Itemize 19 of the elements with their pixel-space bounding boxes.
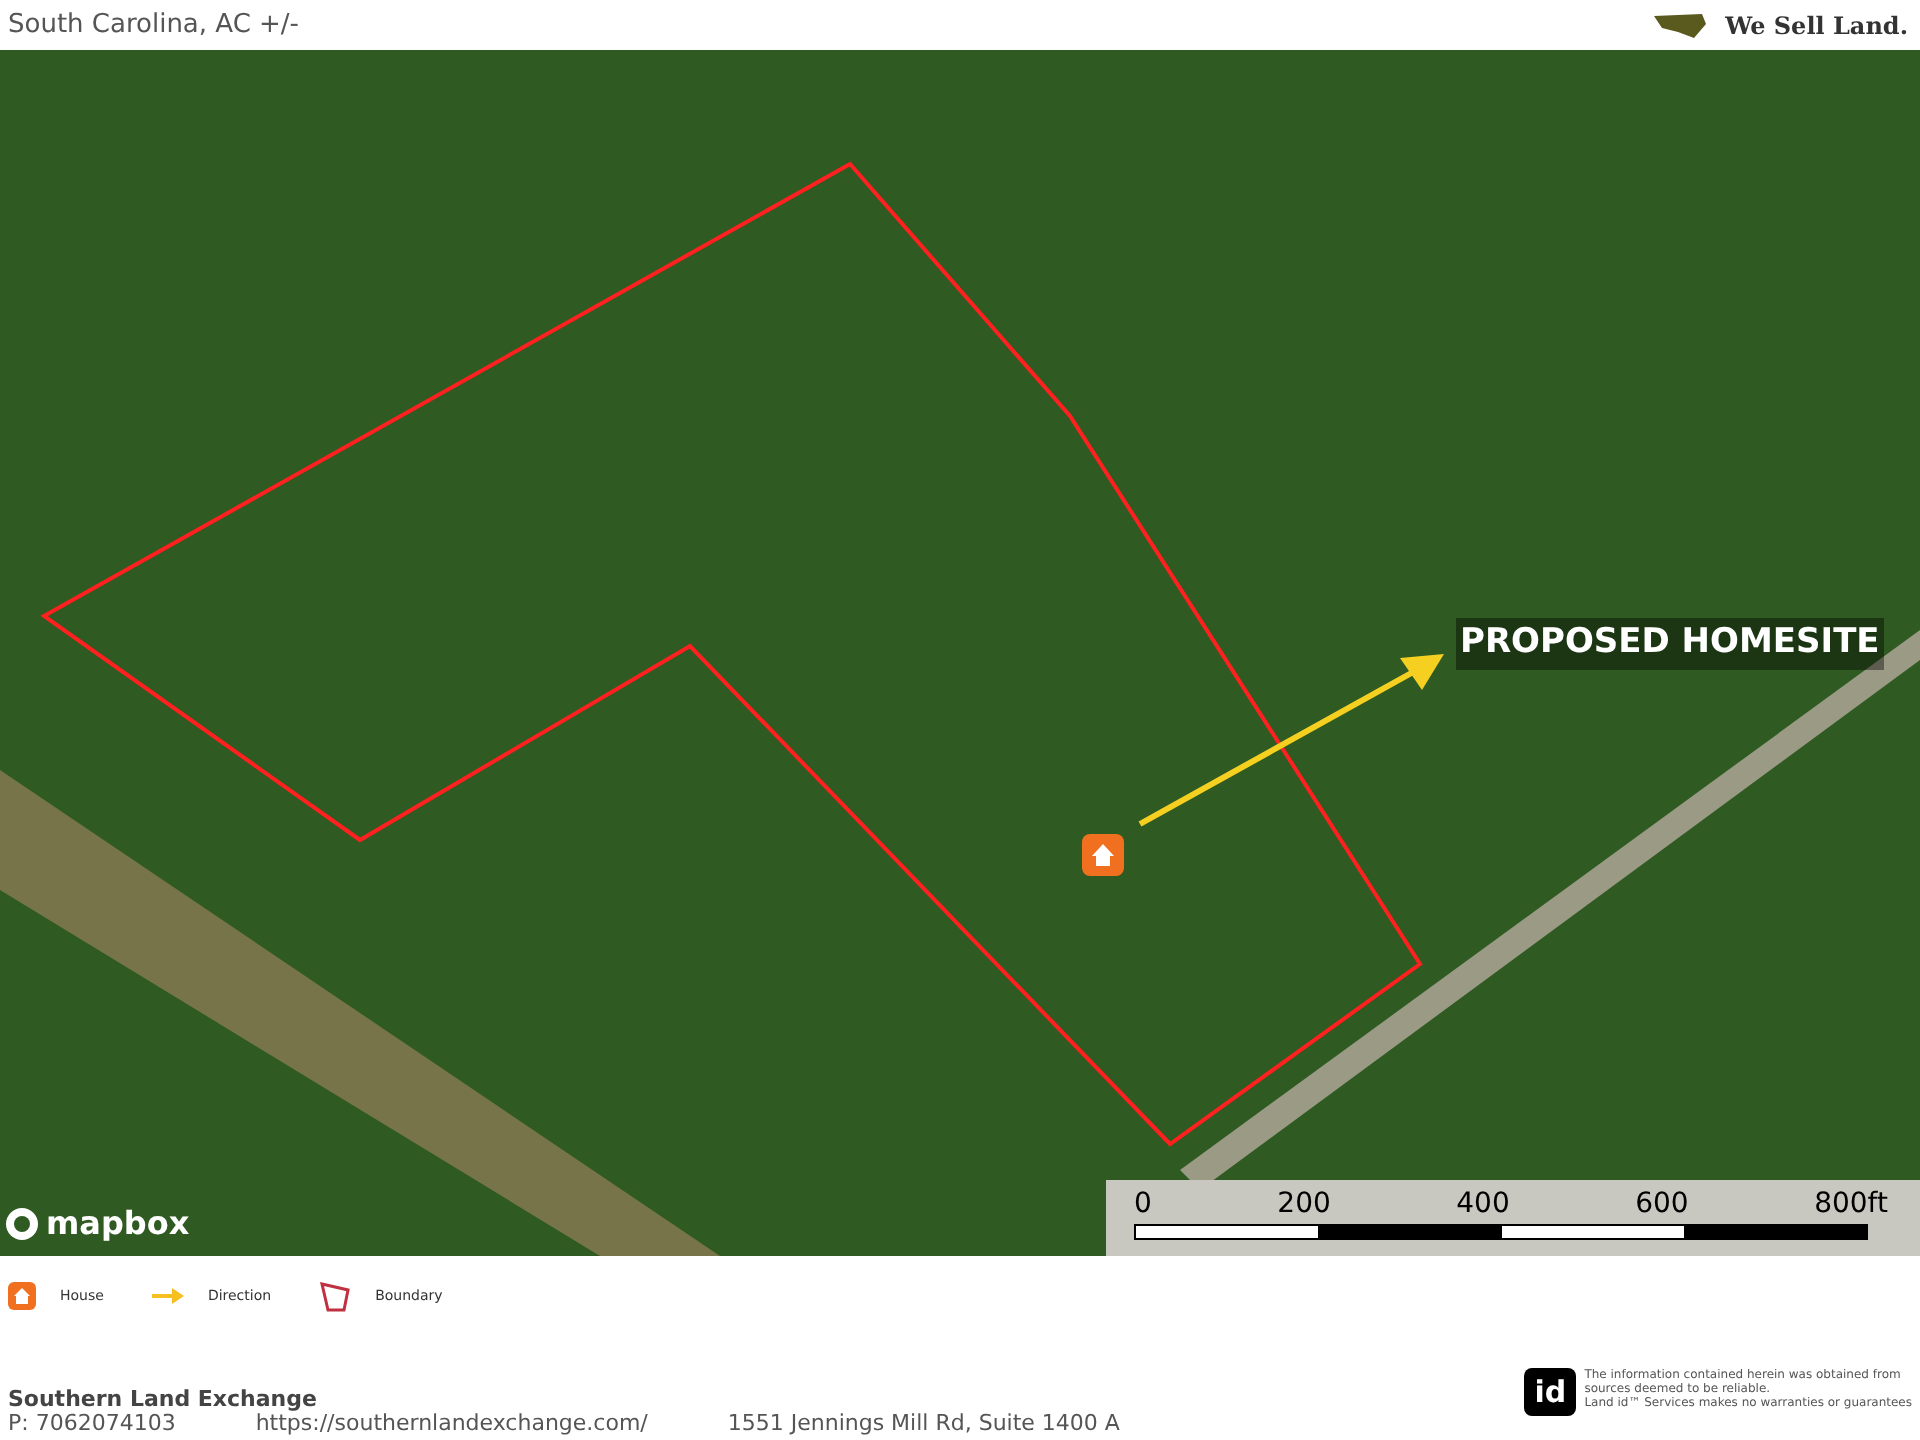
company-name: Southern Land Exchange bbox=[8, 1388, 319, 1412]
location-text: South Carolina, AC +/- bbox=[8, 7, 300, 44]
map-logo-icon bbox=[1649, 11, 1710, 39]
website-link[interactable]: https://southernlandexchange.com/ bbox=[255, 1412, 648, 1436]
attribution-text: mapbox bbox=[46, 1202, 190, 1246]
id-logo: id bbox=[1524, 1368, 1577, 1416]
address-text: 1551 Jennings Mill Rd, Suite 1400 A bbox=[727, 1412, 1120, 1436]
phone-text: P: 7062074103 bbox=[8, 1412, 176, 1436]
scale-label: 400 bbox=[1456, 1188, 1510, 1220]
scale-label: 800ft bbox=[1814, 1188, 1888, 1220]
scale-label: 0 bbox=[1134, 1188, 1152, 1220]
boundary-icon bbox=[319, 1281, 352, 1311]
logo-text: We Sell Land. bbox=[1725, 9, 1908, 43]
arrow-icon bbox=[151, 1288, 184, 1304]
house-marker-icon bbox=[1082, 834, 1124, 876]
house-icon bbox=[8, 1282, 36, 1310]
scale-label: 200 bbox=[1277, 1188, 1331, 1220]
scale-label: 600 bbox=[1635, 1188, 1689, 1220]
map-label: PROPOSED HOMESITE bbox=[1456, 618, 1884, 669]
